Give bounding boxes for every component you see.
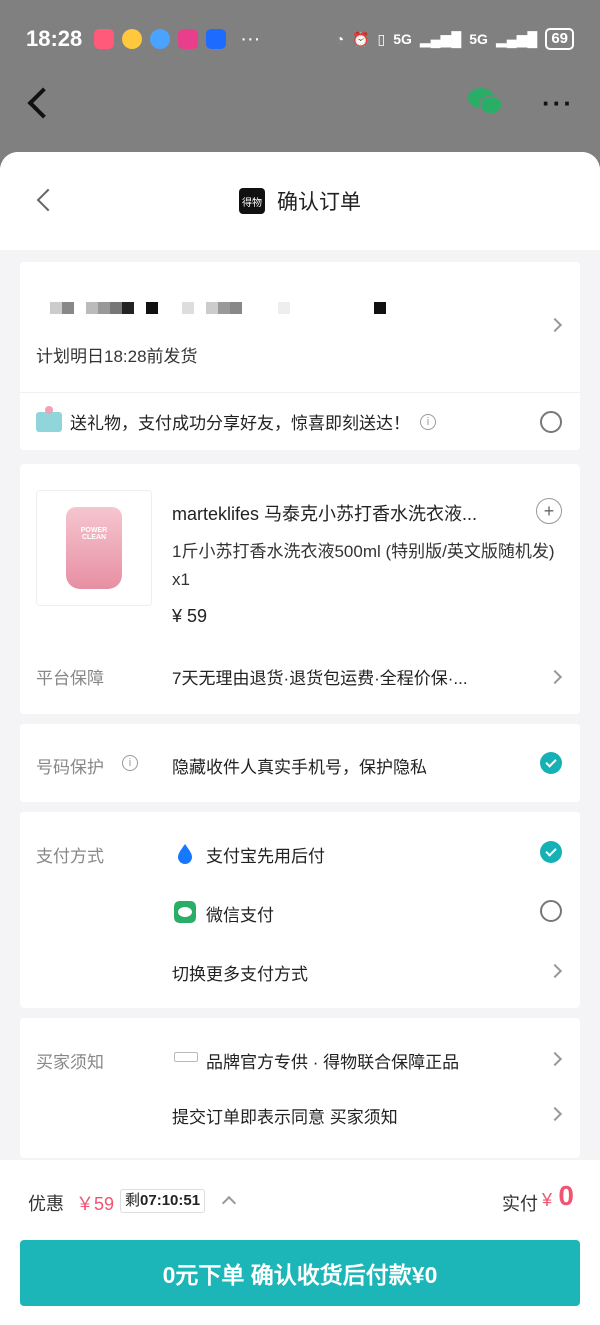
submit-order-button[interactable]: 0元下单 确认收货后付款¥0 (20, 1240, 580, 1306)
browser-icon (150, 29, 171, 49)
gift-icon (36, 405, 62, 432)
agreement-text[interactable]: 提交订单即表示同意 买家须知 (172, 1103, 398, 1128)
payment-option-wechat[interactable]: 微信支付 (206, 901, 274, 926)
brand-guarantee-text[interactable]: 品牌官方专供 · 得物联合保障正品 (206, 1048, 459, 1073)
info-icon[interactable]: i (122, 755, 138, 771)
more-icon[interactable]: ··· (542, 88, 574, 119)
vibrate-icon: ▯ (377, 30, 386, 47)
countdown-prefix: 剩 (125, 1192, 141, 1209)
back-icon[interactable] (27, 87, 59, 119)
notice-label: 买家须知 (36, 1053, 104, 1072)
checkout-bar: 优惠 ￥59 剩07:10:51 实付 ¥ 0 0元下单 确认收货后付款¥0 (0, 1160, 600, 1325)
payment-card: 支付方式 支付宝先用后付 微信支付 切换更多支付方式 (20, 812, 580, 1008)
speed-icon: ◔ (335, 31, 345, 47)
masked-address (50, 302, 386, 314)
signal-icon: ▂▄▆█ (419, 30, 462, 47)
countdown-badge: 剩07:10:51 (120, 1189, 206, 1213)
paid-currency: ¥ (541, 1190, 552, 1210)
privacy-text: 隐藏收件人真实手机号，保护隐私 (172, 758, 427, 777)
privacy-card: 号码保护 i 隐藏收件人真实手机号，保护隐私 (20, 724, 580, 802)
page-title: 确认订单 (277, 191, 361, 214)
chevron-up-icon[interactable] (221, 1195, 237, 1211)
product-price: ¥ 59 (172, 606, 208, 626)
buyer-notice-card: 买家须知 品牌官方专供 · 得物联合保障正品 提交订单即表示同意 买家须知 (20, 1018, 580, 1158)
payment-label: 支付方式 (36, 847, 104, 866)
gift-radio[interactable] (540, 411, 562, 433)
discount-label: 优惠 (28, 1194, 64, 1214)
privacy-label: 号码保护 (36, 758, 104, 777)
countdown-timer: 07:10:51 (140, 1192, 201, 1209)
chevron-right-icon (547, 317, 563, 333)
dewu-logo-icon: 得物 (239, 188, 265, 214)
product-name: marteklifes 马泰克小苏打香水洗衣液... (172, 504, 478, 524)
add-quantity-button[interactable]: + (536, 498, 562, 524)
paid-amount: 0 (558, 1180, 574, 1211)
signal-label: 5G (393, 31, 412, 47)
guarantee-label: 平台保障 (36, 669, 104, 688)
alipay-icon (178, 844, 192, 864)
gift-text: 送礼物，支付成功分享好友，惊喜即刻送达！ (70, 414, 410, 433)
guarantee-text[interactable]: 7天无理由退货·退货包运费·全程价保·... (172, 664, 532, 689)
discount-amount[interactable]: ￥59 (76, 1190, 114, 1216)
chevron-right-icon[interactable] (547, 963, 563, 979)
signal-label: 5G (469, 31, 488, 47)
status-time: 18:28 (26, 26, 83, 51)
status-bar: 18:28 ··· ◔ ⏰ ▯ 5G ▂▄▆█ 5G ▂▄▆█ 69 (0, 0, 600, 78)
chevron-right-icon[interactable] (547, 1051, 563, 1067)
weather-icon (122, 29, 143, 49)
app-notification-icon (178, 29, 199, 49)
privacy-checkbox[interactable] (540, 752, 562, 774)
gift-option[interactable]: 送礼物，支付成功分享好友，惊喜即刻送达！ i (20, 392, 580, 450)
info-icon[interactable]: i (420, 413, 436, 430)
signal-icon: ▂▄▆█ (495, 30, 538, 47)
alipay-checkbox[interactable] (540, 841, 562, 863)
brand-tag-icon (174, 1052, 198, 1062)
address-card[interactable]: 计划明日18:28前发货 送礼物，支付成功分享好友，惊喜即刻送达！ i (20, 262, 580, 450)
order-sheet: 得物 确认订单 计划明日18:28前发货 送礼物，支付成功分享好友，惊喜即刻送达… (0, 152, 600, 1325)
shipping-note: 计划明日18:28前发货 (36, 347, 198, 366)
app-notification-icon (94, 29, 115, 49)
product-bottle-graphic (66, 507, 122, 589)
background-nav: ··· (0, 78, 600, 128)
status-indicators: ◔ ⏰ ▯ 5G ▂▄▆█ 5G ▂▄▆█ 69 (336, 28, 574, 50)
chevron-right-icon[interactable] (547, 669, 563, 685)
wechat-radio[interactable] (540, 900, 562, 922)
more-payment-methods[interactable]: 切换更多支付方式 (172, 960, 308, 985)
app-notification-icon (206, 29, 227, 49)
back-icon[interactable] (36, 188, 60, 212)
alarm-icon: ⏰ (352, 30, 370, 47)
chevron-right-icon[interactable] (547, 1106, 563, 1122)
battery-icon: 69 (545, 28, 574, 50)
product-image[interactable] (36, 490, 152, 606)
payment-option-alipay[interactable]: 支付宝先用后付 (206, 842, 325, 867)
more-notifications-icon: ··· (240, 27, 261, 50)
product-spec: 1斤小苏打香水洗衣液500ml (特别版/英文版随机发) x1 (172, 542, 555, 589)
wechat-icon[interactable] (466, 86, 504, 116)
sheet-header: 得物 确认订单 (0, 152, 600, 250)
wechat-pay-icon (174, 901, 196, 923)
paid-label: 实付 (502, 1194, 538, 1214)
notification-icons: ··· (94, 28, 260, 51)
product-card: marteklifes 马泰克小苏打香水洗衣液... + 1斤小苏打香水洗衣液5… (20, 464, 580, 714)
